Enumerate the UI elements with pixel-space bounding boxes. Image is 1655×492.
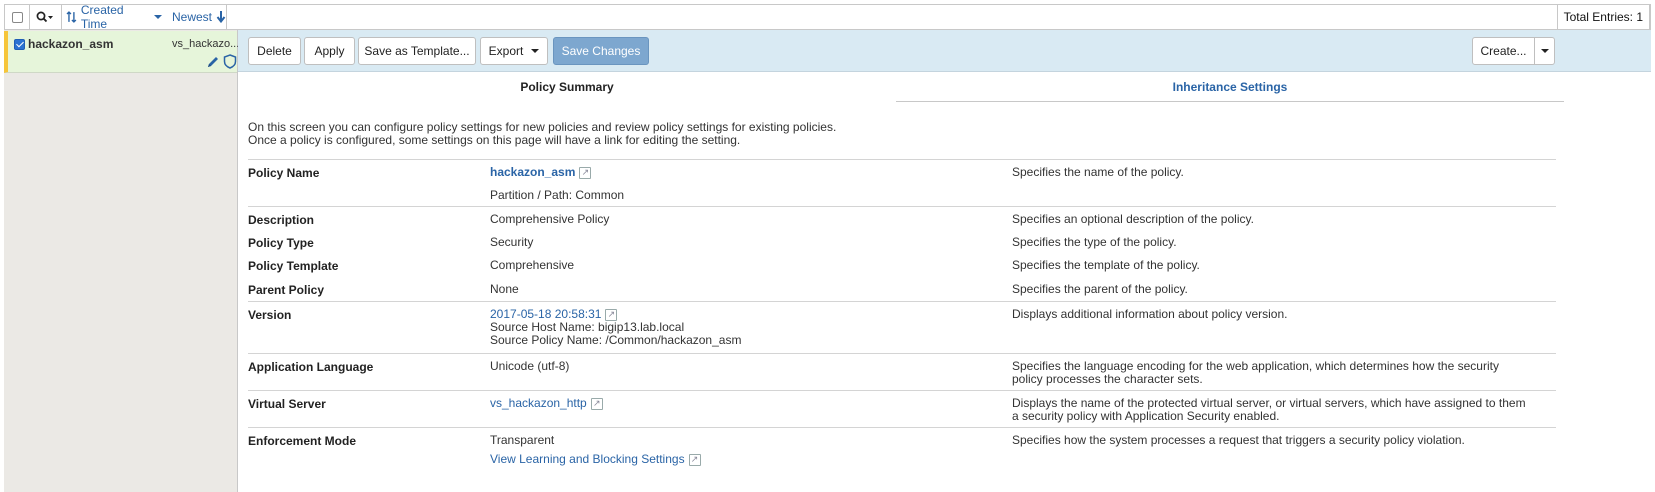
search-dropdown-button[interactable] <box>29 5 62 29</box>
virtual-server-link[interactable]: vs_hackazon_http <box>490 396 587 410</box>
intro-line-2: Once a policy is configured, some settin… <box>248 133 741 147</box>
policy-list-virtual-server: vs_hackazo... <box>172 38 240 50</box>
policy-list-name: hackazon_asm <box>28 37 114 51</box>
tab-bar: Policy Summary Inheritance Settings <box>238 72 1651 102</box>
chevron-down-icon <box>1540 49 1549 53</box>
row-label: Policy Name <box>248 166 320 180</box>
row-value: Transparent View Learning and Blocking S… <box>490 434 701 466</box>
row-description: Displays the name of the protected virtu… <box>1012 396 1526 423</box>
sort-order-label: Newest <box>171 10 212 24</box>
row-label: Parent Policy <box>248 283 325 297</box>
external-link-icon[interactable]: ↗ <box>579 167 592 179</box>
export-label: Export <box>488 44 524 58</box>
row-description: Specifies the language encoding for the … <box>1012 359 1499 386</box>
row-value: Comprehensive Policy <box>490 212 610 226</box>
row-virtual-server: Virtual Server vs_hackazon_http ↗ Display… <box>248 390 1556 427</box>
row-description: Specifies the type of the policy. <box>1012 235 1177 249</box>
sort-controls: Created Time Newest <box>61 3 227 31</box>
learning-blocking-link-wrap: View Learning and Blocking Settings ↗ <box>490 453 701 466</box>
row-description-field: Description Comprehensive Policy Specifi… <box>248 206 1556 230</box>
row-value: 2017-05-18 20:58:31 ↗ Source Host Name: b… <box>490 308 741 347</box>
learning-blocking-settings-link[interactable]: View Learning and Blocking Settings <box>490 452 685 466</box>
total-entries: Total Entries: 1 <box>1556 5 1650 29</box>
row-description: Specifies how the system processes a req… <box>1012 433 1465 447</box>
policy-name-link[interactable]: hackazon_asm <box>490 165 575 179</box>
policy-toolbar: Delete Apply Save as Template... Export … <box>238 30 1651 72</box>
row-value: Security <box>490 235 534 249</box>
row-description: Specifies an optional description of the… <box>1012 212 1254 226</box>
select-all-checkbox[interactable] <box>11 11 23 23</box>
sort-icon <box>66 11 77 23</box>
save-changes-button[interactable]: Save Changes <box>553 37 649 65</box>
sort-by-button[interactable]: Created Time <box>66 3 162 31</box>
policy-checkbox[interactable] <box>14 39 25 50</box>
row-label: Application Language <box>248 360 374 374</box>
row-value: Comprehensive <box>490 258 575 272</box>
shield-icon[interactable] <box>223 54 237 69</box>
policy-settings-table: Policy Name hackazon_asm ↗ Partition / Pa… <box>248 159 1556 471</box>
row-parent-policy: Parent Policy None Specifies the parent … <box>248 277 1556 301</box>
row-application-language: Application Language Unicode (utf-8) Spe… <box>248 353 1556 390</box>
sort-order-button[interactable]: Newest <box>172 10 226 24</box>
filter-bar: Created Time Newest Total Entries: 1 <box>4 3 1651 31</box>
export-button[interactable]: Export <box>480 37 548 65</box>
row-policy-template: Policy Template Comprehensive Specifies … <box>248 253 1556 277</box>
create-button[interactable]: Create... <box>1472 37 1535 65</box>
version-link[interactable]: 2017-05-18 20:58:31 <box>490 307 601 321</box>
row-label: Policy Type <box>248 236 314 250</box>
row-value: Unicode (utf-8) <box>490 359 570 373</box>
partition-path: Partition / Path: Common <box>490 188 625 202</box>
row-label: Version <box>248 308 292 322</box>
row-label: Enforcement Mode <box>248 434 357 448</box>
external-link-icon[interactable]: ↗ <box>590 398 603 410</box>
apply-button[interactable]: Apply <box>304 37 355 65</box>
save-as-template-button[interactable]: Save as Template... <box>358 37 476 65</box>
policy-list: hackazon_asm vs_hackazo... <box>4 30 240 492</box>
row-version: Version 2017-05-18 20:58:31 ↗ Source Host… <box>248 301 1556 353</box>
chevron-down-icon <box>153 15 162 19</box>
list-item[interactable]: hackazon_asm vs_hackazo... <box>4 31 240 73</box>
row-value: vs_hackazon_http ↗ <box>490 397 603 410</box>
select-all-cell <box>5 5 30 29</box>
edit-pencil-icon[interactable] <box>206 55 220 69</box>
source-policy-name: Source Policy Name: /Common/hackazon_asm <box>490 333 742 347</box>
row-value: hackazon_asm ↗ Partition / Path: Common <box>490 166 624 202</box>
external-link-icon[interactable]: ↗ <box>688 454 701 466</box>
row-label: Virtual Server <box>248 397 326 411</box>
intro-text: On this screen you can configure policy … <box>248 121 836 147</box>
arrow-down-icon <box>216 11 226 23</box>
row-label: Policy Template <box>248 259 339 273</box>
enforcement-mode-value: Transparent <box>490 433 555 447</box>
chevron-down-icon <box>531 49 540 53</box>
row-policy-name: Policy Name hackazon_asm ↗ Partition / Pa… <box>248 159 1556 206</box>
row-label: Description <box>248 213 315 227</box>
search-icon <box>36 11 53 23</box>
row-description: Specifies the parent of the policy. <box>1012 282 1188 296</box>
row-policy-type: Policy Type Security Specifies the type … <box>248 230 1556 253</box>
sort-field-label: Created Time <box>80 3 124 31</box>
row-description: Specifies the template of the policy. <box>1012 258 1200 272</box>
delete-button[interactable]: Delete <box>248 37 301 65</box>
row-description: Specifies the name of the policy. <box>1012 165 1184 179</box>
tab-inheritance-settings[interactable]: Inheritance Settings <box>896 72 1564 102</box>
row-enforcement-mode: Enforcement Mode Transparent View Learni… <box>248 427 1556 471</box>
create-dropdown-button[interactable] <box>1535 37 1555 65</box>
row-description: Displays additional information about po… <box>1012 307 1288 321</box>
tab-policy-summary[interactable]: Policy Summary <box>238 72 897 102</box>
row-value: None <box>490 282 519 296</box>
